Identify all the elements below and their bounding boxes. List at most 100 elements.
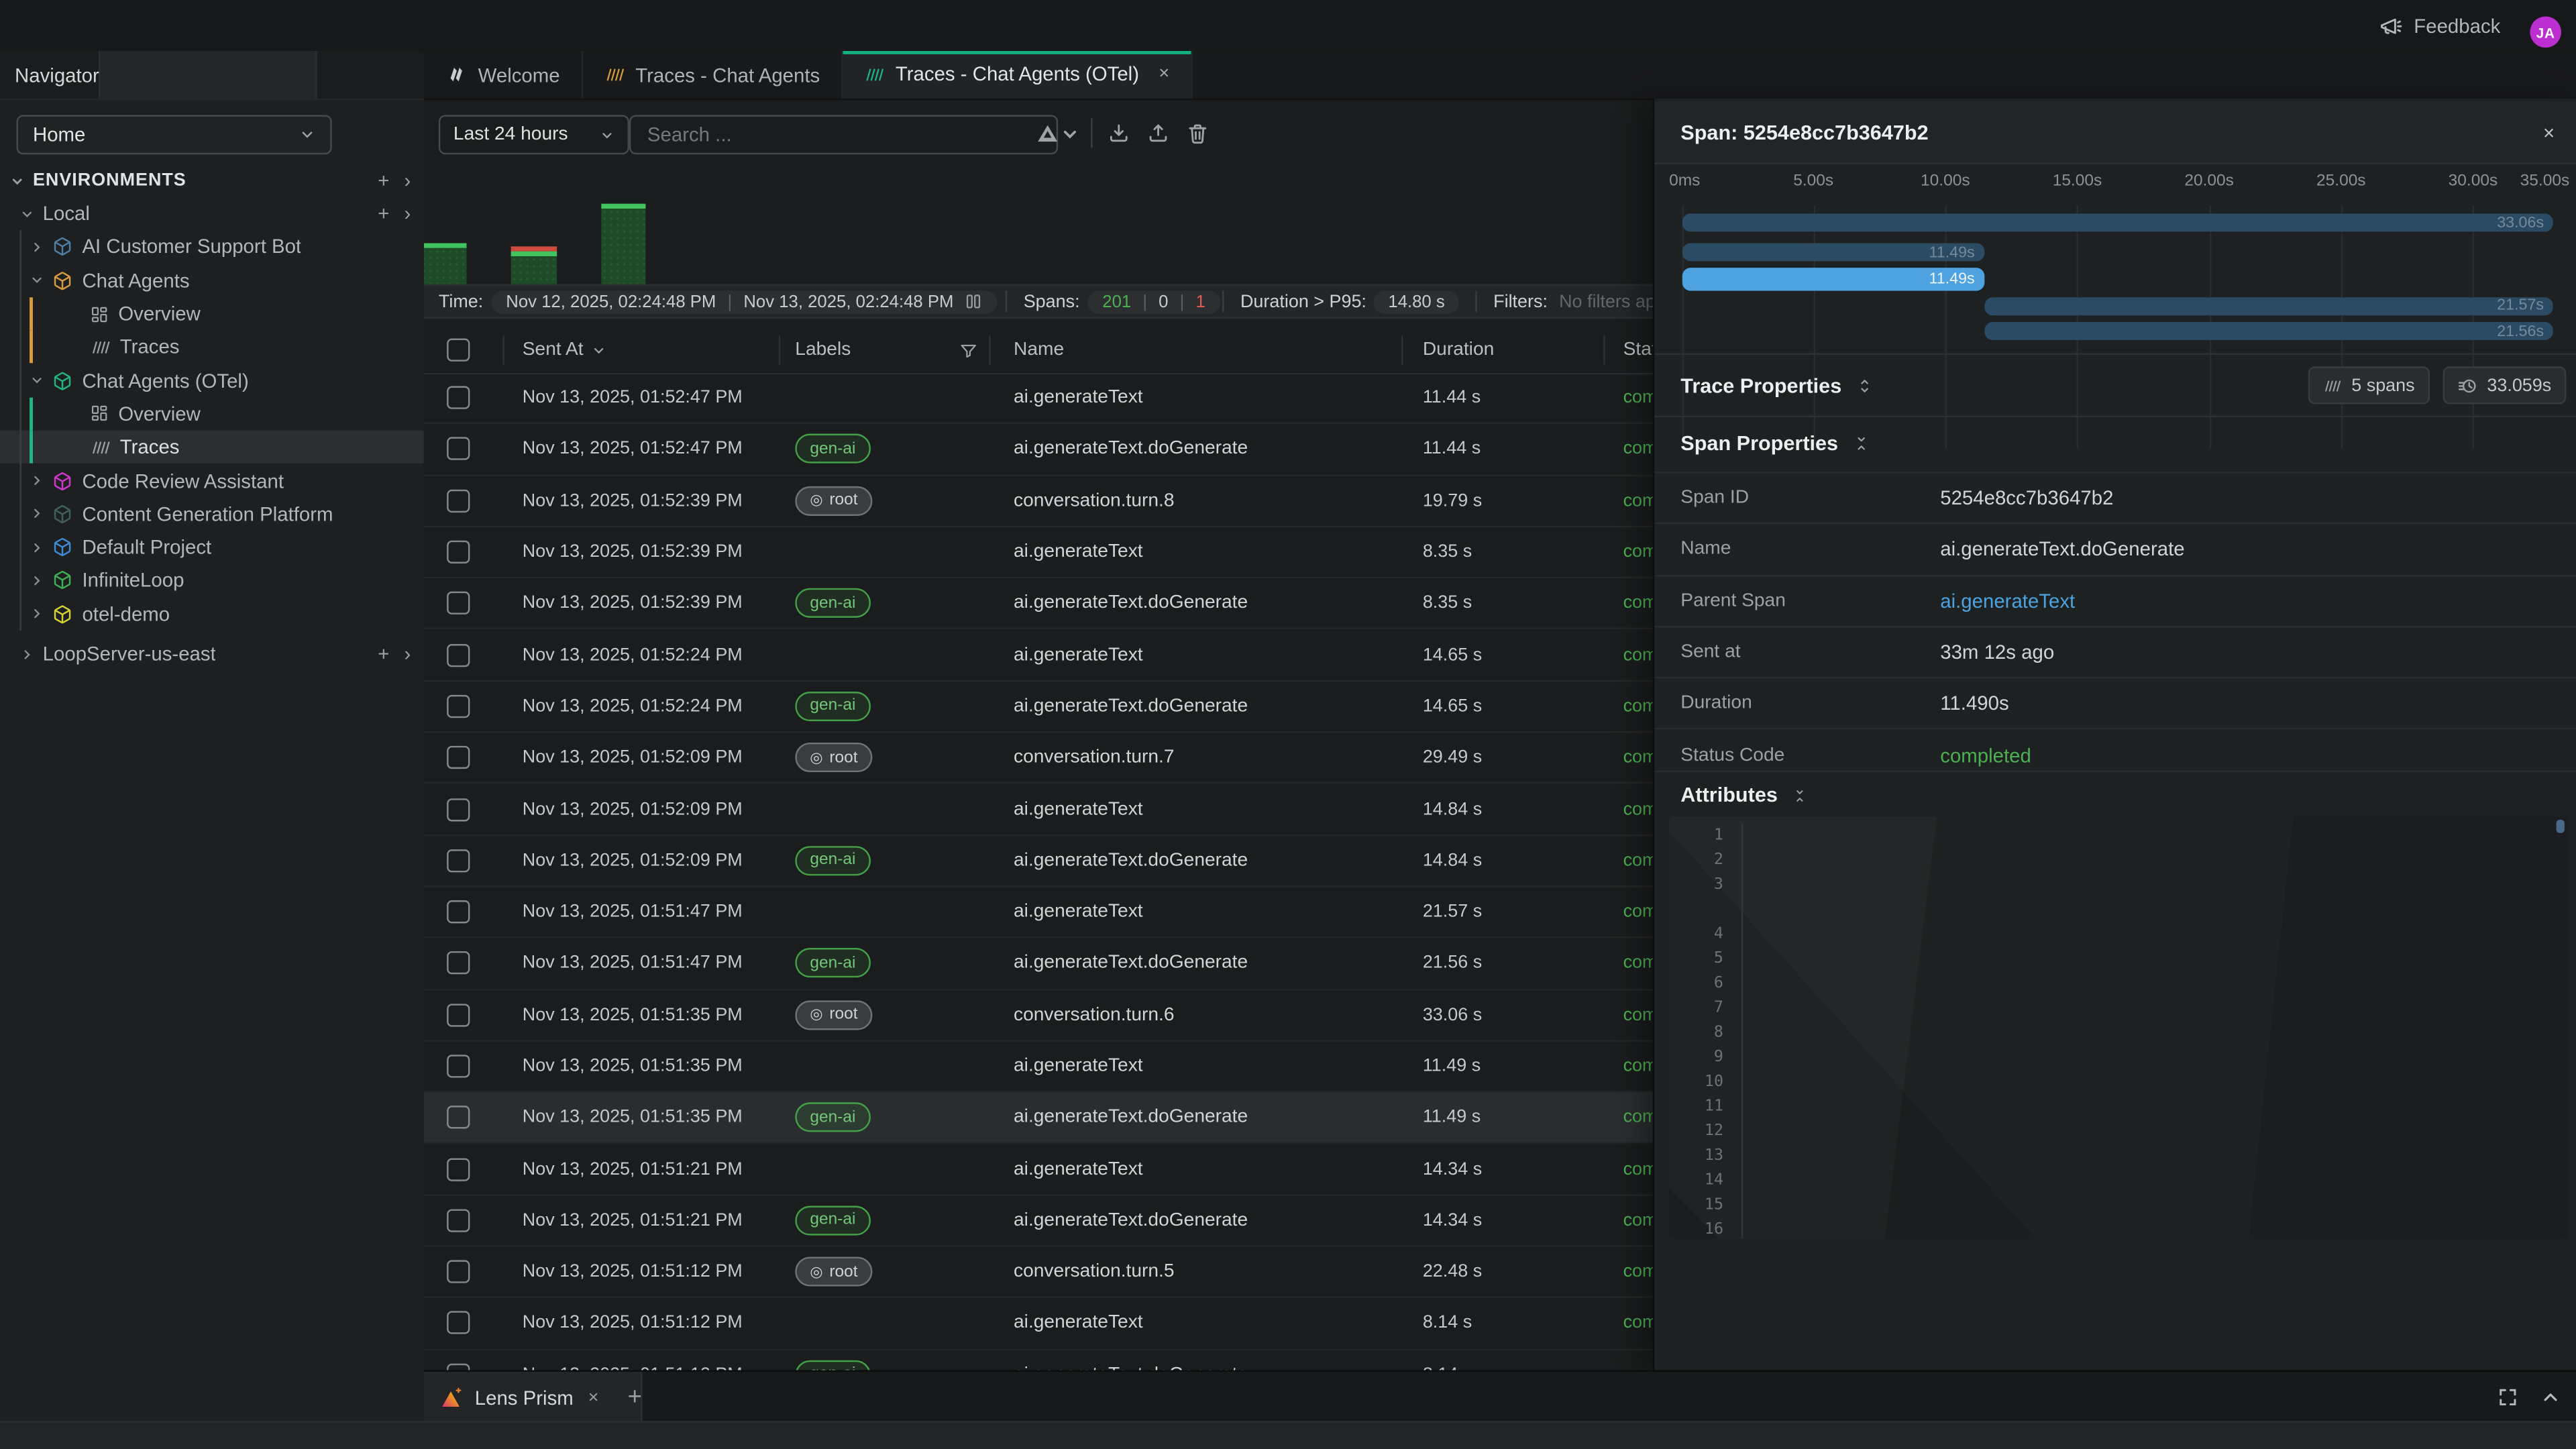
row-checkbox[interactable] [447, 1363, 470, 1370]
waterfall-span-bar[interactable]: 21.57s [1984, 297, 2553, 315]
row-checkbox[interactable] [447, 541, 470, 564]
property-value: ai.generateText.doGenerate [1940, 538, 2184, 561]
trash-icon[interactable] [1186, 121, 1209, 144]
workspace-select[interactable]: Home [16, 115, 331, 154]
tab-traces-chat-agents[interactable]: Traces - Chat Agents [583, 51, 843, 99]
tree-item[interactable]: Code Review Assistant [0, 464, 424, 498]
row-checkbox[interactable] [447, 1209, 470, 1232]
select-all-checkbox[interactable] [447, 338, 470, 361]
label-pill: ◎ root [795, 1000, 872, 1030]
fold-vertical-icon[interactable] [1853, 433, 1869, 452]
tree-guide-line [30, 397, 32, 431]
tree-item-actions[interactable]: + › [378, 197, 411, 231]
column-name[interactable]: Name [1014, 327, 1064, 373]
code-line: 5 "gen_ai.response.finish_reasons": [ [1669, 947, 2568, 971]
row-checkbox[interactable] [447, 1004, 470, 1026]
row-checkbox[interactable] [447, 849, 470, 872]
time-range-select[interactable]: Last 24 hours [439, 115, 629, 154]
tab-lens-prism[interactable]: Lens Prism × [424, 1372, 643, 1423]
waterfall-span-bar[interactable]: 21.56s [1985, 322, 2554, 340]
spans-label: Spans: [1024, 286, 1080, 317]
row-checkbox[interactable] [447, 1311, 470, 1334]
row-checkbox[interactable] [447, 1158, 470, 1181]
fold-vertical-icon[interactable] [1792, 786, 1807, 804]
tree-item-actions[interactable]: + › [378, 637, 411, 671]
tree-item-label: InfiniteLoop [82, 569, 184, 592]
waterfall-span-bar[interactable]: 11.49s [1682, 267, 1985, 290]
row-checkbox[interactable] [447, 952, 470, 975]
tree-item[interactable]: Overview [0, 297, 424, 331]
waterfall-span-bar[interactable]: 33.06s [1682, 213, 2554, 231]
row-checkbox[interactable] [447, 1106, 470, 1129]
cell-name: ai.generateText [1014, 630, 1143, 680]
label-pill-text: gen-ai [810, 1109, 855, 1127]
tree-item-label: Chat Agents (OTel) [82, 369, 248, 392]
chevron-up-icon[interactable] [2540, 1387, 2561, 1408]
row-checkbox[interactable] [447, 798, 470, 820]
histogram-bar[interactable] [601, 204, 645, 284]
line-number: 1 [1669, 823, 1723, 848]
cell-duration: 8.14 s [1423, 1350, 1472, 1370]
tree-item[interactable]: Content Generation Platform [0, 497, 424, 531]
histogram-bar[interactable] [511, 246, 557, 284]
tree-item[interactable]: Chat Agents [0, 264, 424, 297]
column-labels[interactable]: Labels [795, 327, 851, 373]
environments-header[interactable]: ENVIRONMENTS + › [0, 164, 424, 197]
tree-guide-line [19, 230, 21, 631]
unfold-vertical-icon[interactable] [1856, 376, 1872, 395]
environments-actions[interactable]: + › [378, 164, 411, 197]
cell-sent-at: Nov 13, 2025, 01:52:24 PM [523, 682, 743, 731]
column-duration[interactable]: Duration [1423, 327, 1494, 373]
tree-item[interactable]: Chat Agents (OTel) [0, 364, 424, 397]
severity-filter-button[interactable] [1035, 121, 1078, 146]
search-input[interactable]: Search ... [629, 115, 1058, 154]
tree-item[interactable]: Default Project [0, 531, 424, 564]
close-icon[interactable]: × [1159, 64, 1169, 84]
tab-welcome[interactable]: Welcome [424, 51, 583, 99]
row-checkbox[interactable] [447, 592, 470, 614]
tree-item[interactable]: Overview [0, 397, 424, 431]
property-row: Parent Span ai.generateText [1654, 574, 2576, 626]
add-tab-button[interactable]: + [628, 1372, 642, 1423]
line-number: 3 [1669, 872, 1723, 897]
line-number: 16 [1669, 1218, 1723, 1239]
feedback-button[interactable]: Feedback [2379, 0, 2500, 51]
fullscreen-icon[interactable] [2497, 1387, 2518, 1408]
row-checkbox[interactable] [447, 1260, 470, 1283]
column-sent-at[interactable]: Sent At [523, 327, 606, 373]
labels-filter-button[interactable] [959, 327, 977, 373]
editor-scrollbar-thumb[interactable] [2557, 820, 2565, 833]
upload-icon[interactable] [1146, 121, 1169, 144]
user-avatar[interactable]: JA [2530, 16, 2561, 48]
row-checkbox[interactable] [447, 746, 470, 769]
tree-item[interactable]: InfiniteLoop [0, 564, 424, 598]
tree-item[interactable]: AI Customer Support Bot [0, 231, 424, 264]
histogram-bar[interactable] [424, 243, 467, 284]
row-checkbox[interactable] [447, 386, 470, 409]
row-checkbox[interactable] [447, 695, 470, 718]
row-checkbox[interactable] [447, 643, 470, 666]
project-cube-icon [52, 604, 72, 623]
time-window[interactable]: Nov 12, 2025, 02:24:48 PM | Nov 13, 2025… [491, 290, 998, 313]
span-properties-list: Span ID 5254e8cc7b3647b2 Name ai.generat… [1654, 472, 2576, 780]
cell-duration: 14.65 s [1423, 630, 1482, 680]
close-icon[interactable]: × [588, 1387, 599, 1407]
tab-traces-chat-agents-otel[interactable]: Traces - Chat Agents (OTel) × [843, 51, 1193, 99]
tree-item[interactable]: Traces [0, 431, 424, 464]
tree-item[interactable]: LoopServer-us-east + › [0, 637, 424, 671]
tree-item[interactable]: Local + › [0, 197, 424, 231]
row-checkbox[interactable] [447, 900, 470, 923]
download-icon[interactable] [1108, 121, 1130, 144]
tree-item[interactable]: Traces [0, 331, 424, 364]
tree-item[interactable]: otel-demo [0, 597, 424, 631]
navigator-tab[interactable]: Navigator [15, 51, 99, 99]
attributes-json-editor[interactable]: 1 { 2 "gen_ai.request.model": "gpt-4o-mi… [1669, 816, 2568, 1238]
waterfall-span-bar[interactable]: 11.49s [1682, 243, 1985, 261]
code-line: 8 "gen_ai.usage.input_tokens": 1913, [1669, 1020, 2568, 1045]
row-checkbox[interactable] [447, 489, 470, 512]
row-checkbox[interactable] [447, 438, 470, 461]
row-checkbox[interactable] [447, 1055, 470, 1077]
close-icon[interactable]: × [2543, 102, 2555, 163]
tree-item-label: Code Review Assistant [82, 469, 284, 492]
code-line: 1 { [1669, 823, 2568, 848]
